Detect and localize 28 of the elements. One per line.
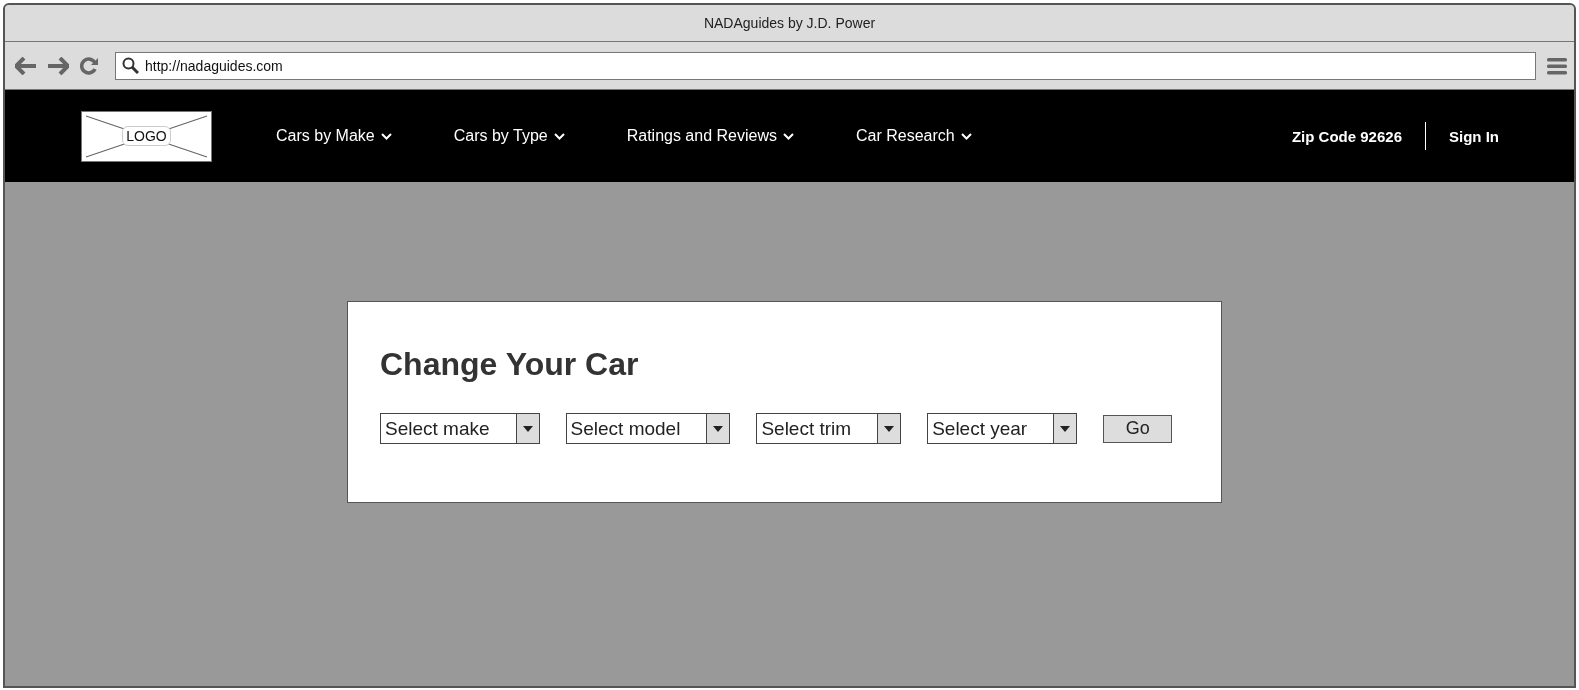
logo-placeholder[interactable]: LOGO	[81, 110, 212, 162]
select-dropdown[interactable]: Select year	[927, 413, 1078, 444]
select-dropdown[interactable]: Select trim	[756, 413, 902, 444]
nav-menu-item[interactable]: Car Research	[855, 127, 972, 145]
caret-icon	[884, 425, 895, 432]
nav-menu-item[interactable]: Cars by Type	[453, 127, 565, 145]
address-bar[interactable]: http://nadaguides.com	[115, 51, 1536, 80]
caret-icon	[713, 425, 724, 432]
sign-in-link[interactable]: Sign In	[1449, 127, 1499, 145]
caret-icon	[522, 425, 533, 432]
chevron-down-icon	[960, 132, 972, 140]
search-icon	[122, 57, 139, 74]
back-arrow-icon[interactable]	[15, 56, 37, 75]
menu-icon[interactable]	[1546, 55, 1568, 76]
nav-menu-item[interactable]: Cars by Make	[276, 127, 392, 145]
go-button[interactable]: Go	[1103, 414, 1173, 443]
chevron-down-icon	[380, 132, 392, 140]
forward-arrow-icon[interactable]	[47, 56, 69, 75]
window-title: NADAguides by J.D. Power	[703, 15, 876, 31]
reload-icon[interactable]	[79, 55, 99, 76]
caret-icon	[1060, 425, 1071, 432]
select-dropdown[interactable]: Select model	[565, 413, 731, 444]
chevron-down-icon	[553, 132, 565, 140]
chevron-down-icon	[782, 132, 794, 140]
nav-menu-item[interactable]: Ratings and Reviews	[626, 127, 794, 145]
select-dropdown[interactable]: Select make	[380, 413, 540, 444]
card-title: Change Your Car	[380, 346, 640, 383]
zip-code-link[interactable]: Zip Code 92626	[1291, 127, 1402, 145]
